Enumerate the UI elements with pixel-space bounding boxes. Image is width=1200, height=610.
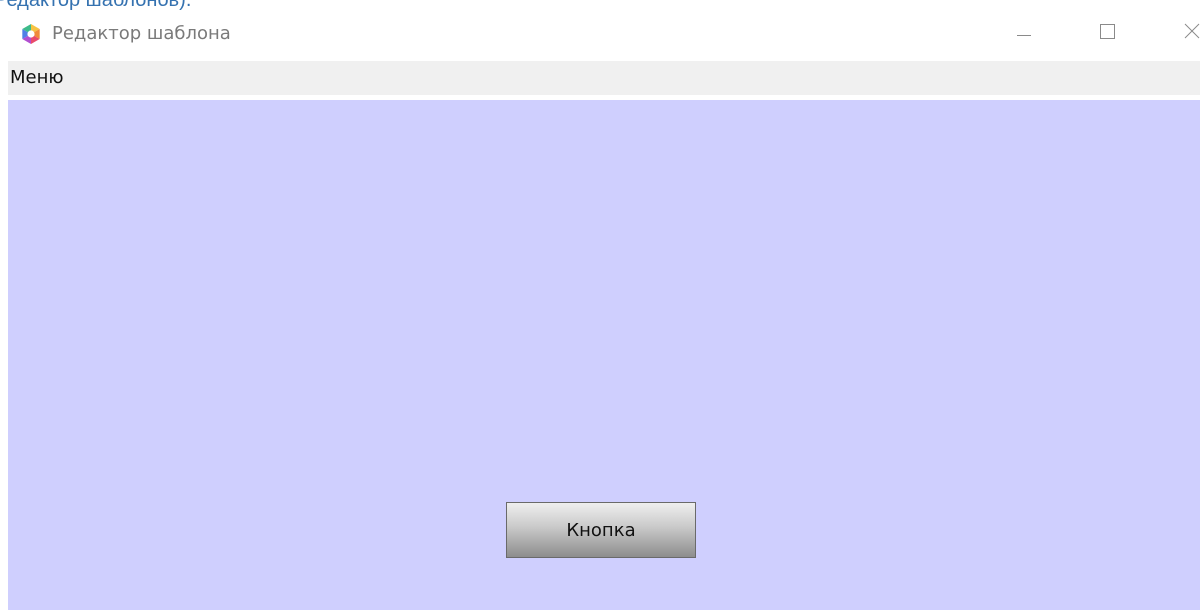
window-title: Редактор шаблона xyxy=(52,23,231,44)
minimize-icon xyxy=(1017,35,1031,36)
page: Редактор шаблонов). Редактор шаблона Мен… xyxy=(0,0,1200,610)
window-titlebar: Редактор шаблона xyxy=(0,10,1200,60)
menubar: Меню xyxy=(8,61,1200,95)
close-icon xyxy=(1184,23,1200,39)
minimize-button[interactable] xyxy=(1000,10,1046,54)
maximize-button[interactable] xyxy=(1084,10,1130,54)
hexagon-logo-icon xyxy=(19,22,43,46)
template-button[interactable]: Кнопка xyxy=(506,502,696,558)
maximize-icon xyxy=(1100,24,1115,39)
doc-link-fragment[interactable]: Редактор шаблонов). xyxy=(0,0,191,10)
template-canvas[interactable]: Кнопка xyxy=(8,100,1200,610)
menu-item-menu[interactable]: Меню xyxy=(10,66,64,90)
close-button[interactable] xyxy=(1164,10,1200,54)
